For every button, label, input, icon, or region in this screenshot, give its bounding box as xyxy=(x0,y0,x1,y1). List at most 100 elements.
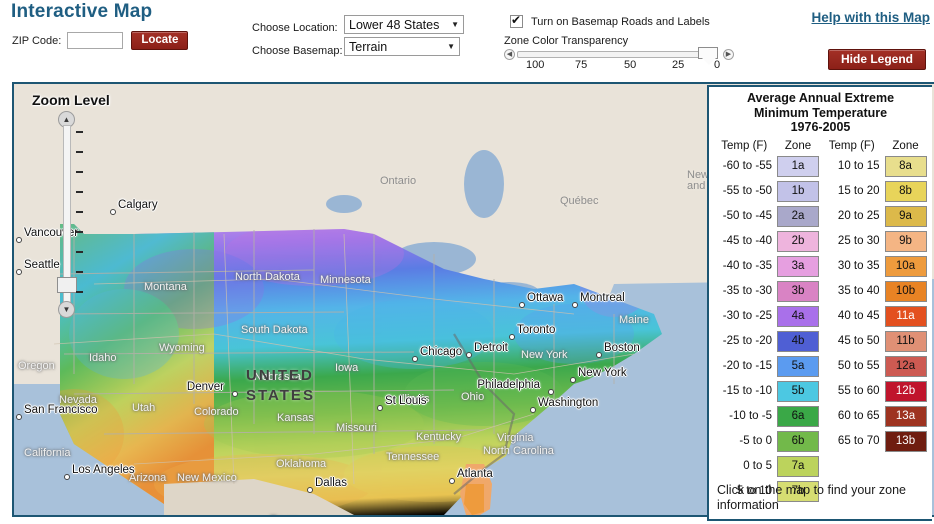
zoom-out-button[interactable]: ▼ xyxy=(58,301,75,318)
legend-column-left: Temp (F) Zone -60 to -55 1a -55 to -50 1b -5… xyxy=(713,140,821,504)
choose-basemap-select[interactable]: Terrain ▼ xyxy=(344,37,460,56)
legend-zone-swatch-3a[interactable]: 3a xyxy=(777,255,819,277)
zoom-tick xyxy=(76,211,83,213)
legend-zone-swatch-9a[interactable]: 9a xyxy=(884,205,927,227)
legend-zone-swatch-6b[interactable]: 6b xyxy=(777,430,819,452)
legend-row: 50 to 55 12a xyxy=(821,354,929,379)
toolbar: Interactive Map ZIP Code: Locate Choose … xyxy=(0,0,934,82)
legend-zone-swatch-3b[interactable]: 3b xyxy=(777,280,819,302)
legend-zone-swatch-10b[interactable]: 10b xyxy=(884,280,927,302)
zip-code-row: ZIP Code: Locate xyxy=(12,31,189,50)
legend-row: 65 to 70 13b xyxy=(821,429,929,454)
legend-zone-swatch-6a[interactable]: 6a xyxy=(777,405,819,427)
zoom-tick xyxy=(76,291,83,293)
legend-temp-range: -55 to -50 xyxy=(722,185,772,197)
legend-temp-range: -10 to -5 xyxy=(729,410,772,422)
legend-zone-header: Zone xyxy=(892,139,919,152)
legend-temp-header: Temp (F) xyxy=(828,139,875,152)
legend-row: -10 to -5 6a xyxy=(713,404,821,429)
legend-row: -5 to 0 6b xyxy=(713,429,821,454)
legend-row: -35 to -30 3b xyxy=(713,279,821,304)
legend-temp-range: 65 to 70 xyxy=(837,435,880,447)
legend-zone-swatch-11b[interactable]: 11b xyxy=(884,330,927,352)
legend-temp-range: -35 to -30 xyxy=(722,285,772,297)
legend-left-headers: Temp (F) Zone xyxy=(713,140,821,152)
choose-basemap-value: Terrain xyxy=(349,39,388,54)
legend-zone-swatch-8a[interactable]: 8a xyxy=(884,155,927,177)
legend-row: 40 to 45 11a xyxy=(821,304,929,329)
legend-row: 55 to 60 12b xyxy=(821,379,929,404)
slider-thumb[interactable] xyxy=(698,47,718,65)
legend-temp-range: 60 to 65 xyxy=(837,410,880,422)
legend-zone-swatch-2a[interactable]: 2a xyxy=(777,205,819,227)
legend-zone-swatch-1a[interactable]: 1a xyxy=(777,155,819,177)
legend-temp-range: 35 to 40 xyxy=(837,285,880,297)
zoom-tick xyxy=(76,191,83,193)
legend-temp-range: 20 to 25 xyxy=(837,210,880,222)
legend-zone-swatch-13b[interactable]: 13b xyxy=(884,430,927,452)
legend-zone-swatch-9b[interactable]: 9b xyxy=(884,230,927,252)
zoom-tick xyxy=(76,171,83,173)
hide-legend-button[interactable]: Hide Legend xyxy=(827,49,926,70)
legend-row: 35 to 40 10b xyxy=(821,279,929,304)
basemap-roads-label: Turn on Basemap Roads and Labels xyxy=(531,15,710,28)
legend-panel: Average Annual Extreme Minimum Temperatu… xyxy=(707,85,932,521)
legend-row: -60 to -55 1a xyxy=(713,154,821,179)
legend-zone-swatch-10a[interactable]: 10a xyxy=(884,255,927,277)
legend-title-line1: Average Annual Extreme xyxy=(746,91,895,105)
zoom-tick xyxy=(76,131,83,133)
legend-zone-swatch-5a[interactable]: 5a xyxy=(777,355,819,377)
legend-temp-range: 30 to 35 xyxy=(837,260,880,272)
legend-row: -20 to -15 5a xyxy=(713,354,821,379)
zip-code-label: ZIP Code: xyxy=(12,34,62,47)
legend-title-line2: Minimum Temperature xyxy=(753,105,888,120)
legend-temp-range: -45 to -40 xyxy=(722,235,772,247)
legend-row: 20 to 25 9a xyxy=(821,204,929,229)
legend-title: Average Annual Extreme Minimum Temperatu… xyxy=(709,87,932,135)
legend-zone-swatch-12b[interactable]: 12b xyxy=(884,380,927,402)
help-with-map-link[interactable]: Help with this Map xyxy=(811,10,930,25)
legend-zone-swatch-8b[interactable]: 8b xyxy=(884,180,927,202)
choose-location-label: Choose Location: xyxy=(252,22,338,34)
legend-row: -55 to -50 1b xyxy=(713,179,821,204)
zoom-level-control[interactable]: ▲ ▼ xyxy=(55,111,83,321)
legend-row: -40 to -35 3a xyxy=(713,254,821,279)
legend-temp-range: 45 to 50 xyxy=(837,335,880,347)
legend-temp-range: 55 to 60 xyxy=(837,385,880,397)
legend-temp-range: -25 to -20 xyxy=(722,335,772,347)
legend-zone-header: Zone xyxy=(784,139,812,152)
legend-row: 0 to 5 7a xyxy=(713,454,821,479)
legend-right-headers: Temp (F) Zone xyxy=(821,140,929,152)
slider-tick-0: 0 xyxy=(714,59,721,71)
slider-tick-labels: 100 75 50 25 0 xyxy=(504,59,736,73)
legend-temp-range: -15 to -10 xyxy=(722,385,772,397)
legend-temp-range: 40 to 45 xyxy=(837,310,880,322)
legend-zone-swatch-1b[interactable]: 1b xyxy=(777,180,819,202)
legend-row: 45 to 50 11b xyxy=(821,329,929,354)
legend-zone-swatch-4b[interactable]: 4b xyxy=(777,330,819,352)
legend-temp-range: 0 to 5 xyxy=(743,460,772,472)
legend-zone-swatch-11a[interactable]: 11a xyxy=(884,305,927,327)
zoom-tick xyxy=(76,271,83,273)
legend-zone-swatch-7a[interactable]: 7a xyxy=(777,455,819,477)
zoom-tick xyxy=(76,231,83,233)
legend-temp-range: -50 to -45 xyxy=(722,210,772,222)
choose-location-value: Lower 48 States xyxy=(349,17,440,32)
chevron-down-icon: ▼ xyxy=(447,42,455,51)
legend-temp-range: 25 to 30 xyxy=(837,235,880,247)
legend-zone-swatch-13a[interactable]: 13a xyxy=(884,405,927,427)
basemap-roads-checkbox[interactable] xyxy=(510,13,523,28)
choose-location-select[interactable]: Lower 48 States ▼ xyxy=(344,15,464,34)
slider-track[interactable] xyxy=(517,51,717,58)
zoom-level-label: Zoom Level xyxy=(32,92,110,108)
slider-tick-50: 50 xyxy=(624,59,637,71)
legend-temp-range: -60 to -55 xyxy=(722,160,772,172)
legend-zone-swatch-12a[interactable]: 12a xyxy=(884,355,927,377)
legend-zone-swatch-2b[interactable]: 2b xyxy=(777,230,819,252)
legend-zone-swatch-5b[interactable]: 5b xyxy=(777,380,819,402)
zip-code-input[interactable] xyxy=(67,32,124,49)
locate-button[interactable]: Locate xyxy=(131,31,189,50)
legend-row: -50 to -45 2a xyxy=(713,204,821,229)
legend-zone-swatch-4a[interactable]: 4a xyxy=(777,305,819,327)
zoom-slider-thumb[interactable] xyxy=(57,277,77,293)
